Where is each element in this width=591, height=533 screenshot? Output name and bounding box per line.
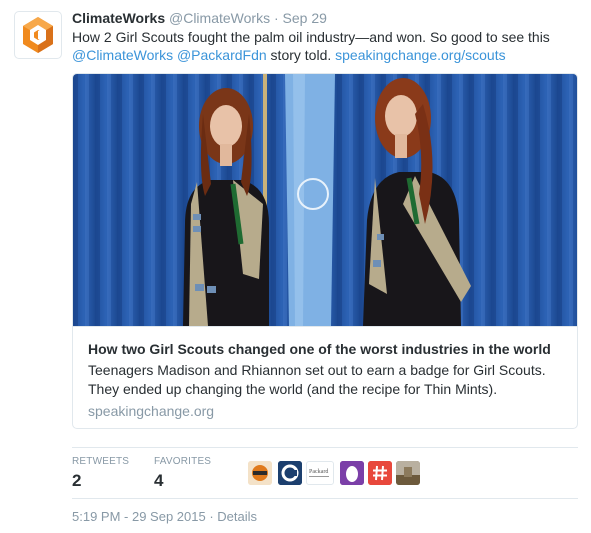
tweet-link[interactable]: speakingchange.org/scouts (335, 47, 505, 63)
retweets-count: 2 (72, 471, 82, 490)
favorites-label: FAVORITES (154, 456, 212, 467)
tweet-text-mid: story told. (266, 47, 336, 63)
tweet-date[interactable]: Sep 29 (283, 10, 327, 26)
co-logo-icon[interactable] (278, 461, 302, 485)
hashtag-avatar-icon[interactable] (368, 461, 392, 485)
author-handle[interactable]: @ClimateWorks (169, 10, 270, 26)
mention-packardfdn[interactable]: @PackardFdn (177, 47, 267, 63)
link-card[interactable]: How two Girl Scouts changed one of the w… (72, 73, 578, 429)
landscape-avatar-icon[interactable] (396, 461, 420, 485)
retweets-stat[interactable]: RETWEETS 2 (72, 456, 129, 491)
svg-text:Packard: Packard (309, 469, 328, 475)
tweet-header: ClimateWorks @ClimateWorks · Sep 29 (72, 9, 327, 27)
author-name[interactable]: ClimateWorks (72, 10, 165, 26)
packard-logo-icon[interactable]: Packard (306, 461, 334, 485)
tweet: ClimateWorks @ClimateWorks · Sep 29 How … (0, 0, 591, 533)
header-separator: · (273, 10, 279, 26)
tweet-stats: RETWEETS 2 FAVORITES 4 Packard (72, 447, 578, 499)
egg-avatar-icon[interactable] (340, 461, 364, 485)
tweet-text-body: How 2 Girl Scouts fought the palm oil in… (72, 29, 550, 45)
tweet-text: How 2 Girl Scouts fought the palm oil in… (72, 28, 582, 64)
lion-avatar-icon[interactable] (248, 461, 272, 485)
card-image[interactable] (73, 74, 577, 326)
details-link[interactable]: Details (217, 509, 257, 524)
card-title[interactable]: How two Girl Scouts changed one of the w… (88, 341, 551, 357)
tweet-footer: 5:19 PM - 29 Sep 2015 · Details (72, 509, 257, 524)
climateworks-logo-icon[interactable] (14, 11, 62, 59)
footer-separator: · (209, 509, 214, 524)
mention-climateworks[interactable]: @ClimateWorks (72, 47, 173, 63)
card-body[interactable]: How two Girl Scouts changed one of the w… (73, 326, 577, 428)
favorites-stat[interactable]: FAVORITES 4 (154, 456, 211, 491)
card-description: Teenagers Madison and Rhiannon set out t… (88, 362, 546, 397)
card-domain[interactable]: speakingchange.org (88, 403, 214, 419)
favorites-count: 4 (154, 471, 164, 490)
tweet-timestamp[interactable]: 5:19 PM - 29 Sep 2015 (72, 509, 206, 524)
retweets-label: RETWEETS (72, 456, 130, 467)
